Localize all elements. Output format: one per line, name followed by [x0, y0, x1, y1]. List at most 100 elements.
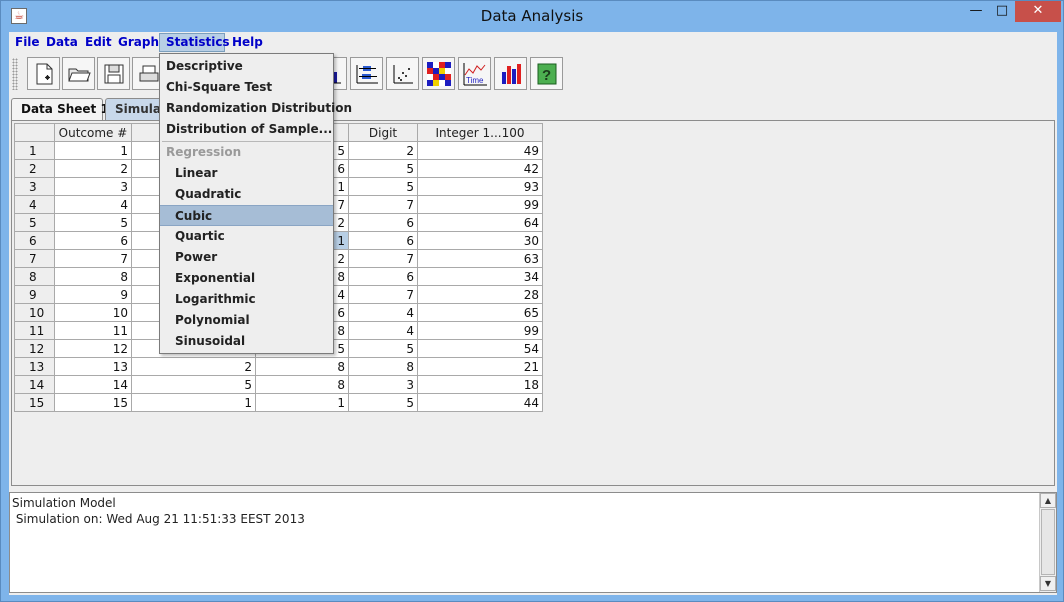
column-header-digit[interactable]: Digit: [348, 123, 418, 142]
row-header[interactable]: 13: [14, 357, 55, 376]
table-cell[interactable]: 3: [348, 375, 418, 394]
table-cell[interactable]: 44: [417, 393, 543, 412]
menu-data[interactable]: Data: [44, 33, 80, 52]
table-cell[interactable]: 5: [348, 339, 418, 358]
scroll-down-arrow-icon[interactable]: ▼: [1040, 576, 1056, 591]
output-console[interactable]: Simulation Model Simulation on: Wed Aug …: [9, 492, 1057, 593]
table-cell[interactable]: 7: [348, 285, 418, 304]
table-cell[interactable]: 4: [348, 303, 418, 322]
table-cell[interactable]: 54: [417, 339, 543, 358]
table-cell[interactable]: 99: [417, 321, 543, 340]
table-row[interactable]: 15 15 1 1 5 44: [14, 393, 543, 412]
table-cell[interactable]: 5: [348, 159, 418, 178]
row-header[interactable]: 15: [14, 393, 55, 412]
row-header[interactable]: 8: [14, 267, 55, 286]
scroll-up-arrow-icon[interactable]: ▲: [1040, 493, 1056, 508]
menu-edit[interactable]: Edit: [83, 33, 114, 52]
table-cell[interactable]: 11: [54, 321, 132, 340]
table-cell[interactable]: 3: [54, 177, 132, 196]
menu-item-logarithmic[interactable]: Logarithmic: [160, 289, 333, 310]
table-cell[interactable]: 8: [255, 375, 349, 394]
menu-file[interactable]: File: [13, 33, 42, 52]
row-header[interactable]: 1: [14, 141, 55, 160]
menu-item-distribution-of-sample[interactable]: Distribution of Sample...: [160, 119, 333, 140]
table-cell[interactable]: 34: [417, 267, 543, 286]
tab-data-sheet-1[interactable]: Data Sheet 1: [11, 98, 109, 120]
row-header[interactable]: 10: [14, 303, 55, 322]
menu-item-polynomial[interactable]: Polynomial: [160, 310, 333, 331]
boxplot-button[interactable]: [350, 57, 383, 90]
table-cell[interactable]: 4: [348, 321, 418, 340]
time-series-button[interactable]: Time: [458, 57, 491, 90]
table-cell[interactable]: 7: [348, 195, 418, 214]
open-button[interactable]: [62, 57, 95, 90]
table-row[interactable]: 14 14 5 8 3 18: [14, 375, 543, 394]
table-cell[interactable]: 2: [131, 357, 256, 376]
menu-item-quadratic[interactable]: Quadratic: [160, 184, 333, 205]
row-header[interactable]: 7: [14, 249, 55, 268]
table-cell[interactable]: 18: [417, 375, 543, 394]
table-cell[interactable]: 28: [417, 285, 543, 304]
menu-item-cubic[interactable]: Cubic: [160, 205, 333, 226]
table-cell[interactable]: 9: [54, 285, 132, 304]
bar-chart-button[interactable]: [494, 57, 527, 90]
help-button[interactable]: ?: [530, 57, 563, 90]
table-cell[interactable]: 64: [417, 213, 543, 232]
table-cell[interactable]: 8: [255, 357, 349, 376]
row-header[interactable]: 9: [14, 285, 55, 304]
close-button[interactable]: ✕: [1015, 1, 1061, 22]
table-cell[interactable]: 4: [54, 195, 132, 214]
table-cell[interactable]: 6: [348, 231, 418, 250]
menu-help[interactable]: Help: [230, 33, 265, 52]
table-cell[interactable]: 99: [417, 195, 543, 214]
row-header[interactable]: 4: [14, 195, 55, 214]
table-cell[interactable]: 7: [348, 249, 418, 268]
table-cell[interactable]: 6: [348, 213, 418, 232]
save-button[interactable]: [97, 57, 130, 90]
scatterplot-button[interactable]: [386, 57, 419, 90]
table-cell[interactable]: 2: [54, 159, 132, 178]
table-cell[interactable]: 21: [417, 357, 543, 376]
row-header[interactable]: 11: [14, 321, 55, 340]
row-header[interactable]: 3: [14, 177, 55, 196]
table-row[interactable]: 13 13 2 8 8 21: [14, 357, 543, 376]
menu-item-quartic[interactable]: Quartic: [160, 226, 333, 247]
table-cell[interactable]: 42: [417, 159, 543, 178]
color-grid-button[interactable]: [422, 57, 455, 90]
scroll-thumb[interactable]: [1041, 509, 1055, 575]
toolbar-grip[interactable]: [12, 58, 18, 90]
menu-item-randomization-distribution[interactable]: Randomization Distribution: [160, 98, 352, 119]
title-bar[interactable]: ☕ Data Analysis — □ ✕: [1, 1, 1063, 31]
table-cell[interactable]: 65: [417, 303, 543, 322]
row-header[interactable]: 2: [14, 159, 55, 178]
table-cell[interactable]: 8: [348, 357, 418, 376]
table-cell[interactable]: 8: [54, 267, 132, 286]
table-cell[interactable]: 7: [54, 249, 132, 268]
table-cell[interactable]: 5: [348, 177, 418, 196]
table-cell[interactable]: 15: [54, 393, 132, 412]
table-cell[interactable]: 2: [348, 141, 418, 160]
minimize-button[interactable]: —: [963, 1, 989, 22]
maximize-button[interactable]: □: [989, 1, 1015, 22]
table-cell[interactable]: 6: [348, 267, 418, 286]
table-cell[interactable]: 14: [54, 375, 132, 394]
menu-item-sinusoidal[interactable]: Sinusoidal: [160, 331, 333, 352]
row-header[interactable]: 6: [14, 231, 55, 250]
menu-statistics[interactable]: Statistics: [159, 33, 230, 52]
table-cell[interactable]: 30: [417, 231, 543, 250]
new-sheet-button[interactable]: [27, 57, 60, 90]
row-header[interactable]: 14: [14, 375, 55, 394]
table-cell[interactable]: 1: [255, 393, 349, 412]
table-cell[interactable]: 1: [131, 393, 256, 412]
table-cell[interactable]: 12: [54, 339, 132, 358]
menu-item-exponential[interactable]: Exponential: [160, 268, 333, 289]
table-cell[interactable]: 13: [54, 357, 132, 376]
table-cell[interactable]: 6: [54, 231, 132, 250]
menu-item-chi-square-test[interactable]: Chi-Square Test: [160, 77, 333, 98]
row-header[interactable]: 5: [14, 213, 55, 232]
table-cell[interactable]: 63: [417, 249, 543, 268]
table-cell[interactable]: 49: [417, 141, 543, 160]
table-cell[interactable]: 5: [54, 213, 132, 232]
column-header-outcome[interactable]: Outcome #: [54, 123, 132, 142]
menu-item-descriptive[interactable]: Descriptive: [160, 56, 333, 77]
